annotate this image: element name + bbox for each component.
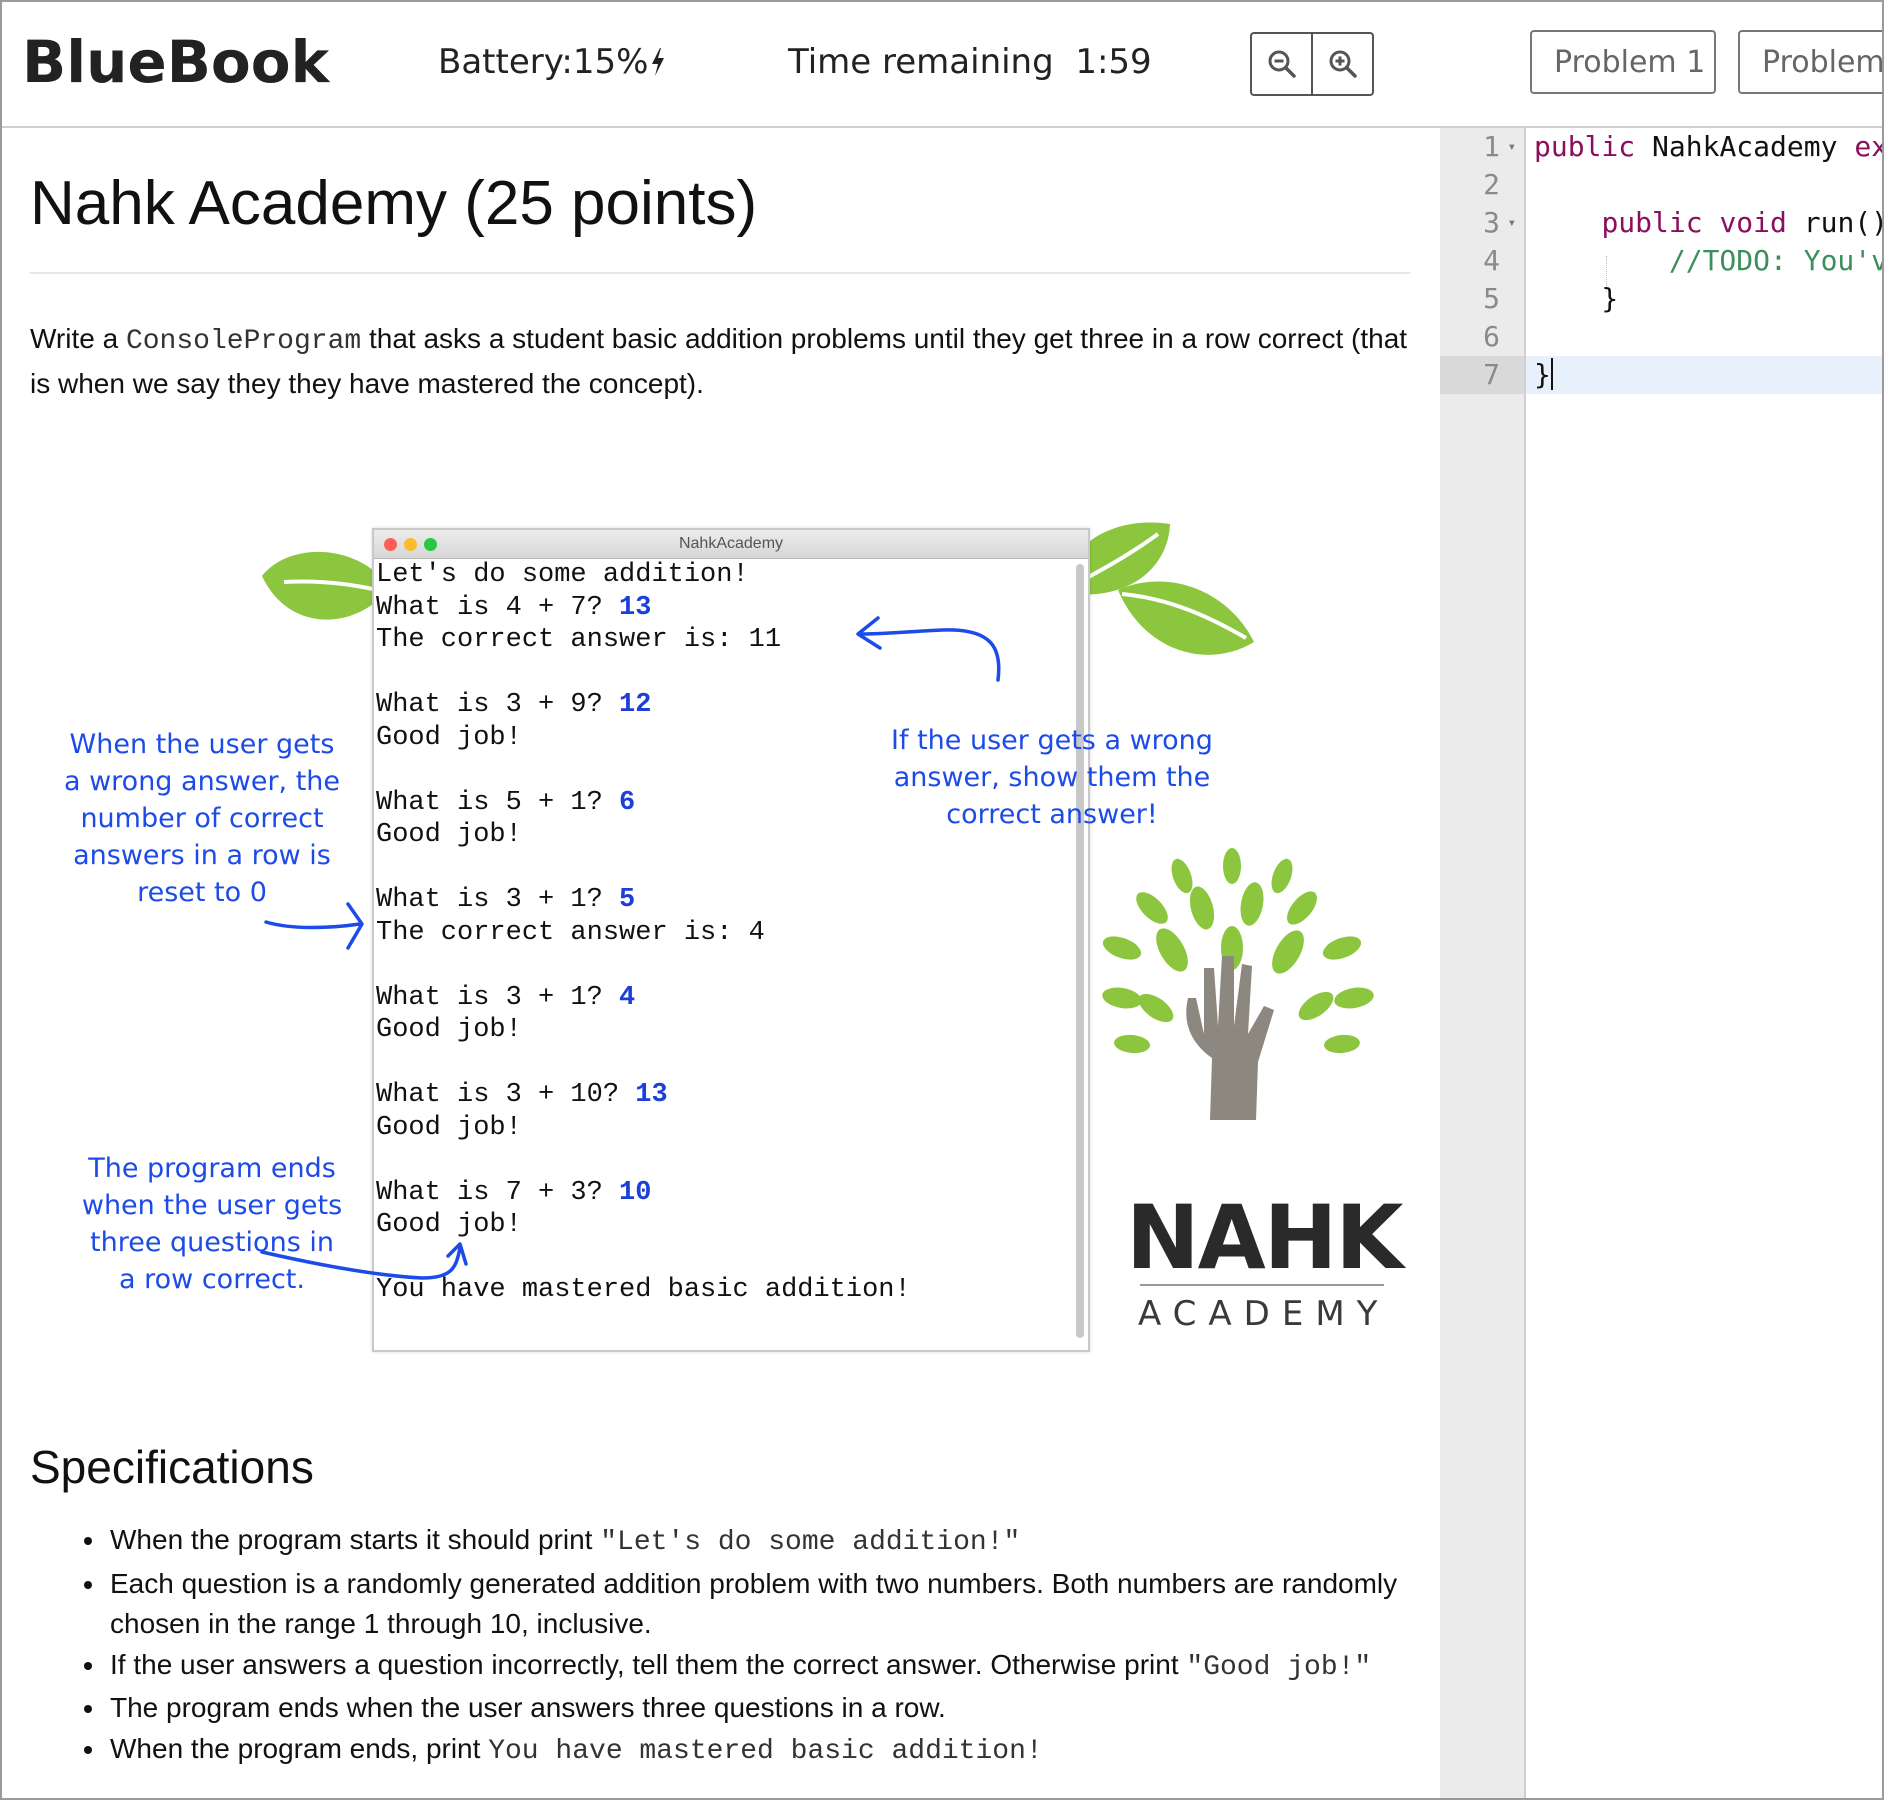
line-number-text: 3: [1483, 206, 1500, 239]
code-comment: //TODO: You'v: [1668, 244, 1882, 277]
code-text: }: [1534, 282, 1619, 315]
specifications-heading: Specifications: [30, 1441, 314, 1493]
spec-item: The program ends when the user answers t…: [84, 1688, 1410, 1729]
line-number-text: 2: [1483, 168, 1500, 201]
spec-code: "Let's do some addition!": [600, 1527, 1021, 1558]
text-cursor: [1550, 358, 1553, 390]
battery-label: Battery:15%: [438, 42, 649, 82]
code-editor[interactable]: 1▾ 2 3▾ 4 5 6 7 public NahkAcademy ex pu…: [1440, 128, 1882, 1798]
time-remaining-label: Time remaining: [788, 42, 1054, 82]
line-number-text: 4: [1483, 244, 1500, 277]
problem-intro: Write a ConsoleProgram that asks a stude…: [30, 318, 1410, 405]
bluebook-window: BlueBook Battery:15% Time remaining 1:59…: [0, 0, 1884, 1800]
spec-item: Each question is a randomly generated ad…: [84, 1564, 1410, 1645]
line-number: 5: [1440, 280, 1524, 318]
spec-item: When the program ends, print You have ma…: [84, 1729, 1410, 1773]
code-text: NahkAcademy: [1635, 130, 1855, 163]
line-number: 7: [1440, 356, 1524, 394]
line-number: 6: [1440, 318, 1524, 356]
line-number-text: 6: [1483, 320, 1500, 353]
line-number: 4: [1440, 242, 1524, 280]
fold-arrow-icon[interactable]: ▾: [1508, 128, 1516, 166]
nahk-logo-subtitle: ACADEMY: [1138, 1294, 1390, 1334]
arrow-to-correct-answer: [858, 628, 1001, 682]
intro-code: ConsoleProgram: [125, 326, 362, 357]
line-number-text: 7: [1483, 358, 1500, 391]
spec-code: "Good job!": [1186, 1651, 1372, 1683]
specifications-list: When the program starts it should print …: [30, 1520, 1410, 1772]
arrow-to-reset-line: [264, 920, 362, 930]
spec-text: When the program ends, print: [110, 1732, 489, 1764]
time-remaining: Time remaining 1:59: [788, 42, 1152, 82]
charging-bolt-icon: [648, 42, 666, 82]
spec-text: Each question is a randomly generated ad…: [110, 1567, 1398, 1640]
zoom-in-button[interactable]: [1311, 34, 1372, 94]
battery-indicator: Battery:15%: [438, 42, 666, 82]
nahk-logo-wordmark: NAHK: [1126, 1186, 1404, 1289]
top-bar: BlueBook Battery:15% Time remaining 1:59…: [2, 2, 1882, 128]
line-number: 1 ▾: [1440, 128, 1524, 166]
arrow-to-mastered-line: [260, 1246, 462, 1280]
code-text: run(): [1786, 206, 1882, 239]
zoom-controls: [1250, 32, 1374, 96]
code-keyword: public: [1534, 130, 1636, 163]
spec-item: When the program starts it should print …: [84, 1520, 1410, 1564]
code-keyword: public void: [1601, 206, 1787, 239]
line-number-text: 5: [1483, 282, 1500, 315]
app-brand: BlueBook: [22, 28, 330, 96]
tab-problem-2[interactable]: Problem: [1738, 30, 1882, 94]
time-remaining-value: 1:59: [1075, 42, 1152, 82]
fold-arrow-icon[interactable]: ▾: [1508, 204, 1516, 242]
spec-text: When the program starts it should print: [110, 1524, 601, 1555]
problem-description-panel: Nahk Academy (25 points) Write a Console…: [2, 128, 1438, 1798]
intro-text: Write a: [30, 323, 126, 354]
spec-item: If the user answers a question incorrect…: [84, 1645, 1410, 1689]
line-number: 2: [1440, 166, 1524, 204]
spec-text: The program ends when the user answers t…: [110, 1692, 946, 1723]
code-line-3[interactable]: public void run(): [1534, 204, 1882, 242]
line-number-text: 1: [1483, 130, 1500, 163]
title-divider: [30, 272, 1410, 274]
code-text: }: [1534, 358, 1551, 391]
tab-problem-1[interactable]: Problem 1: [1530, 30, 1716, 94]
zoom-in-icon: [1329, 50, 1357, 78]
code-line-1[interactable]: public NahkAcademy ex: [1534, 128, 1882, 166]
active-line-highlight: [1526, 356, 1882, 394]
code-line-7[interactable]: }: [1534, 356, 1553, 394]
line-number: 3 ▾: [1440, 204, 1524, 242]
code-keyword: ex: [1854, 130, 1882, 163]
problem-title: Nahk Academy (25 points): [30, 169, 758, 238]
zoom-out-icon: [1268, 50, 1296, 78]
example-run-figure: NahkAcademy Let's do some addition! What…: [42, 458, 1422, 1498]
nahk-tree-logo: [1102, 848, 1374, 1120]
spec-text: If the user answers a question incorrect…: [110, 1648, 1187, 1680]
zoom-out-button[interactable]: [1252, 34, 1311, 94]
logo-divider: [1140, 1284, 1384, 1286]
code-line-4[interactable]: //TODO: You'v: [1534, 242, 1882, 280]
spec-code: You have mastered basic addition!: [488, 1735, 1043, 1767]
code-line-5[interactable]: }: [1534, 280, 1618, 318]
